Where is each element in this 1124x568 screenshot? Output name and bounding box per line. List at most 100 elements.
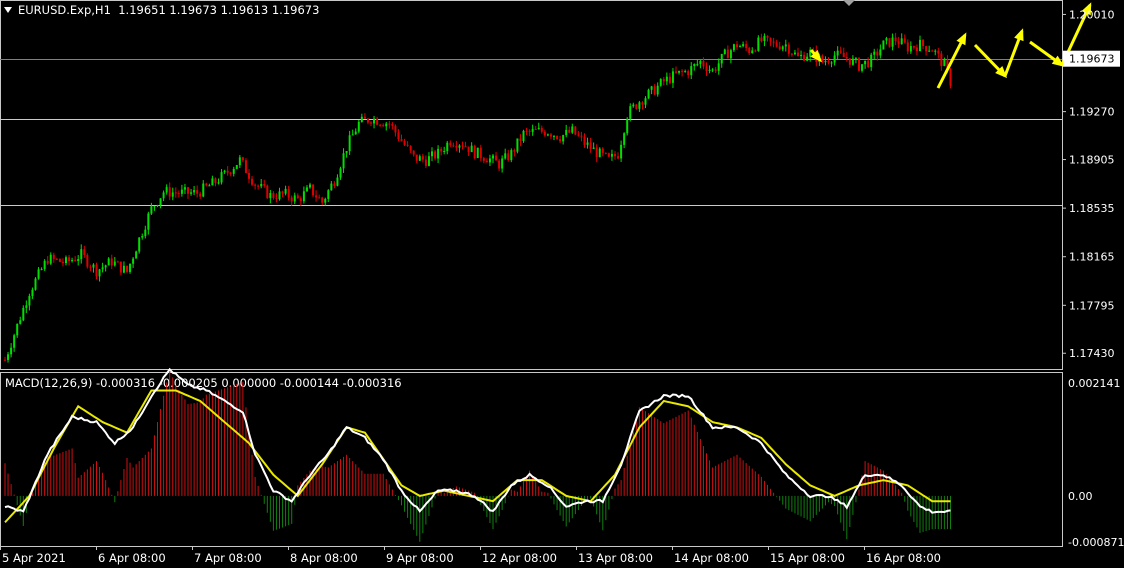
candle-body bbox=[851, 58, 854, 65]
candle-body bbox=[388, 123, 391, 125]
candle-body bbox=[391, 123, 394, 126]
candle-body bbox=[626, 118, 629, 134]
candle-body bbox=[421, 156, 424, 160]
candle-body bbox=[235, 165, 238, 169]
candle-body bbox=[126, 265, 128, 272]
candle-body bbox=[900, 38, 903, 45]
candle-body bbox=[711, 69, 714, 71]
candle-body bbox=[668, 76, 671, 83]
candle-body bbox=[205, 183, 208, 186]
candle-body bbox=[16, 323, 19, 336]
candle-body bbox=[382, 125, 385, 127]
date-tick-label: 5 Apr 2021 bbox=[2, 551, 66, 565]
candle-body bbox=[714, 69, 717, 71]
candle-body bbox=[504, 153, 507, 159]
candle-body bbox=[879, 49, 882, 56]
candle-body bbox=[437, 148, 440, 159]
candle-body bbox=[275, 198, 278, 200]
candle-body bbox=[302, 191, 305, 202]
candle-body bbox=[583, 136, 586, 145]
candle-body bbox=[55, 258, 58, 260]
candle-body bbox=[571, 126, 574, 133]
candle-body bbox=[58, 258, 61, 262]
date-tick-label: 14 Apr 08:00 bbox=[674, 551, 749, 565]
candle-body bbox=[915, 47, 918, 52]
candle-body bbox=[318, 197, 321, 199]
candle-body bbox=[7, 354, 10, 360]
candle-body bbox=[522, 130, 525, 142]
date-tick-label: 16 Apr 08:00 bbox=[866, 551, 941, 565]
candle-body bbox=[864, 60, 867, 65]
candle-body bbox=[34, 278, 37, 290]
date-tick-label: 12 Apr 08:00 bbox=[482, 551, 557, 565]
candle-body bbox=[803, 54, 806, 61]
candle-body bbox=[665, 76, 668, 82]
candle-body bbox=[614, 153, 616, 157]
candle-body bbox=[647, 89, 650, 99]
candle-body bbox=[751, 50, 754, 54]
candle-body bbox=[699, 60, 702, 64]
candle-body bbox=[894, 37, 897, 42]
date-tick-label: 13 Apr 08:00 bbox=[578, 551, 653, 565]
candle-body bbox=[482, 158, 485, 161]
candle-body bbox=[546, 134, 549, 136]
date-tick-label: 9 Apr 08:00 bbox=[386, 551, 454, 565]
candle-body bbox=[357, 121, 360, 132]
candle-body bbox=[129, 263, 132, 272]
candle-body bbox=[891, 37, 894, 47]
candle-body bbox=[516, 138, 519, 152]
forecast-arrow-head bbox=[1014, 28, 1024, 42]
candle-body bbox=[495, 155, 498, 161]
price-tick-label: 1.18535 bbox=[1069, 202, 1115, 215]
candle-body bbox=[540, 127, 543, 132]
macd-signal-line bbox=[4, 389, 951, 523]
candle-body bbox=[702, 60, 705, 67]
candle-body bbox=[678, 70, 681, 73]
candle-body bbox=[623, 133, 626, 145]
candle-body bbox=[254, 184, 257, 186]
candle-body bbox=[119, 261, 122, 273]
candle-body bbox=[681, 70, 684, 72]
candle-body bbox=[620, 144, 623, 159]
candle-body bbox=[257, 185, 260, 187]
candle-body bbox=[366, 118, 369, 123]
candle-body bbox=[174, 192, 177, 194]
current-price-tag-label: 1.19673 bbox=[1069, 53, 1115, 66]
candle-body bbox=[464, 146, 467, 148]
candle-body bbox=[797, 52, 799, 57]
candle-body bbox=[754, 50, 757, 52]
candle-body bbox=[101, 267, 104, 270]
candle-body bbox=[321, 197, 324, 203]
candle-body bbox=[873, 51, 876, 55]
candle-body bbox=[656, 85, 659, 95]
candle-body bbox=[74, 260, 77, 262]
candle-body bbox=[586, 142, 589, 145]
candle-body bbox=[92, 264, 95, 268]
chart-shift-marker-icon bbox=[843, 0, 855, 6]
candle-body bbox=[912, 46, 915, 48]
chart-canvas[interactable]: 1.20010 1.19270 1.18905 1.18535 1.18165 1.177… bbox=[0, 0, 1124, 568]
candle-body bbox=[641, 102, 644, 105]
candle-body bbox=[937, 50, 940, 54]
candle-body bbox=[778, 46, 781, 50]
candle-body bbox=[543, 131, 546, 136]
candle-body bbox=[455, 146, 458, 148]
candle-body bbox=[232, 168, 235, 174]
candle-body bbox=[244, 160, 247, 173]
candle-body bbox=[43, 260, 46, 270]
candle-body bbox=[162, 192, 165, 199]
candle-body bbox=[748, 48, 751, 54]
candle-body bbox=[653, 86, 656, 95]
candle-body bbox=[312, 184, 315, 196]
candle-body bbox=[595, 147, 598, 158]
candle-body bbox=[290, 197, 293, 202]
candle-body bbox=[217, 182, 220, 184]
candle-body bbox=[199, 193, 202, 197]
candle-body bbox=[742, 44, 745, 47]
candle-body bbox=[824, 60, 827, 63]
candle-body bbox=[531, 129, 534, 132]
candle-body bbox=[272, 193, 275, 199]
price-tick-label: 1.20010 bbox=[1069, 8, 1115, 21]
candle-body bbox=[867, 60, 870, 68]
candle-body bbox=[775, 42, 778, 47]
